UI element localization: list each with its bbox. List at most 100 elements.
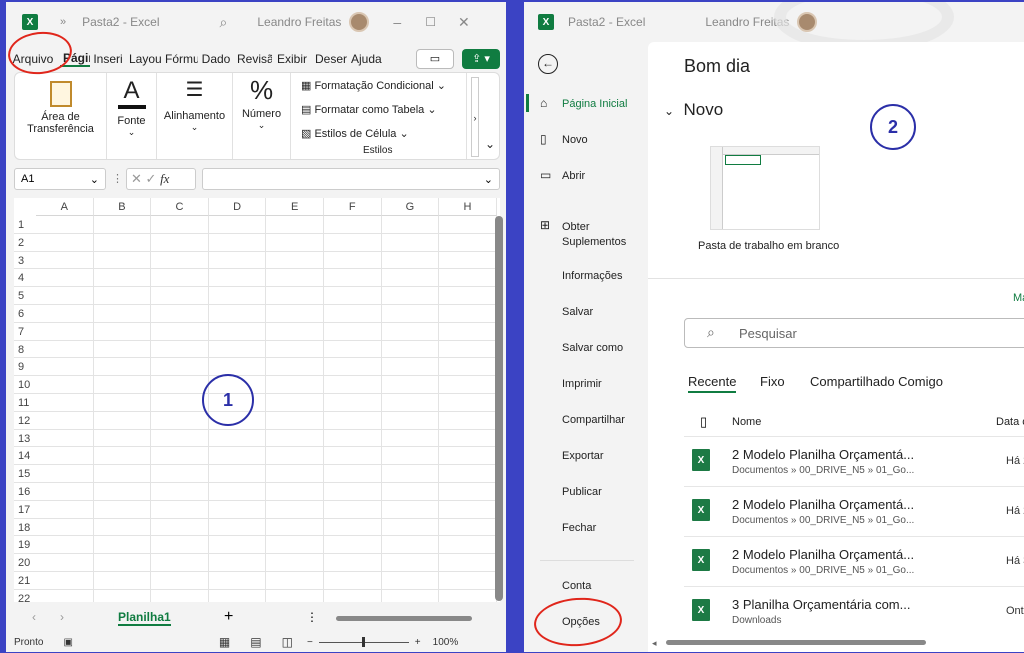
share-button[interactable]: ⇪ ▾ [462, 49, 500, 69]
search-icon[interactable]: ⌕ [220, 14, 228, 31]
row-header[interactable]: 14 [14, 447, 36, 466]
ribbon-collapse-icon[interactable]: ⌄ [485, 137, 495, 151]
horizontal-scrollbar[interactable] [336, 616, 472, 621]
row-header[interactable]: 19 [14, 536, 36, 555]
column-header[interactable]: C [151, 198, 209, 216]
avatar[interactable] [349, 12, 370, 32]
ribbon-scroll-right-icon[interactable]: › [471, 77, 479, 157]
normal-view-icon[interactable]: ▦ [219, 635, 230, 649]
prev-sheet-icon[interactable]: ‹ [32, 610, 36, 624]
tab-exibir[interactable]: Exibir [272, 52, 312, 66]
row-header[interactable]: 16 [14, 483, 36, 501]
row-header[interactable]: 18 [14, 519, 36, 537]
file-row[interactable]: X 2 Modelo Planilha Orçamentá... Documento… [684, 536, 1024, 586]
tab-fórmu[interactable]: Fórmu [162, 52, 198, 66]
horizontal-scrollbar[interactable]: ◂ [652, 638, 1022, 649]
worksheet-grid[interactable]: A B C D E F G H 1 2 3 4 5 6 7 8 9 10 11 12 13 14 15 16 17 18 19 20 2… [14, 198, 500, 602]
sheet-tab[interactable]: Planilha1 [118, 610, 171, 626]
zoom-thumb[interactable] [361, 636, 365, 647]
file-row[interactable]: X 2 Modelo Planilha Orçamentá... Documento… [684, 436, 1024, 486]
new-section-header[interactable]: ⌄ Novo [664, 100, 723, 120]
tab-shared[interactable]: Compartilhado Comigo [810, 374, 943, 389]
row-header[interactable]: 9 [14, 358, 36, 377]
font-group[interactable]: A Fonte ⌄ [107, 73, 157, 159]
scroll-thumb[interactable] [666, 640, 926, 645]
column-date-header[interactable]: Data c [996, 416, 1024, 428]
close-icon[interactable]: ✕ [458, 14, 470, 31]
zoom-in-icon[interactable]: + [415, 637, 421, 648]
tab-ajuda[interactable]: Ajuda [348, 52, 384, 66]
column-header[interactable]: G [381, 198, 440, 216]
zoom-level[interactable]: 100% [433, 637, 459, 648]
cancel-icon[interactable]: ✕ [131, 171, 142, 186]
row-header[interactable]: 10 [14, 376, 36, 394]
nav-item[interactable]: Salvar como [562, 342, 623, 354]
row-header[interactable]: 7 [14, 323, 36, 341]
row-header[interactable]: 21 [14, 572, 36, 590]
comments-icon[interactable]: ▭ [416, 49, 454, 69]
row-header[interactable]: 12 [14, 412, 36, 430]
name-box[interactable]: A1 ⌄ [14, 168, 106, 190]
page-layout-icon[interactable]: ▤ [250, 635, 261, 649]
check-icon[interactable]: ✓ [146, 171, 157, 186]
insert-function-icon[interactable]: fx [160, 171, 169, 186]
format-table-button[interactable]: ▤ Formatar como Tabela ⌄ [301, 103, 437, 116]
scroll-left-icon[interactable]: ◂ [652, 638, 657, 649]
vertical-scrollbar[interactable] [495, 216, 503, 601]
row-header[interactable]: 5 [14, 287, 36, 305]
column-header[interactable]: H [439, 198, 497, 216]
nav-item[interactable]: Página Inicial [562, 98, 627, 110]
row-header[interactable]: 20 [14, 554, 36, 572]
nav-item[interactable]: Obter Suplementos [562, 220, 632, 250]
tab-deser[interactable]: Deser [312, 52, 348, 66]
file-row[interactable]: X 2 Modelo Planilha Orçamentá... Documento… [684, 486, 1024, 536]
cell-styles-button[interactable]: ▧ Estilos de Célula ⌄ [301, 127, 409, 140]
nav-item[interactable]: Novo [562, 134, 588, 146]
tab-layou[interactable]: Layou [126, 52, 162, 66]
more-templates-link[interactable]: Ma [1013, 292, 1024, 304]
tab-dado[interactable]: Dado [198, 52, 234, 66]
column-header[interactable]: F [324, 198, 382, 216]
formula-input[interactable]: ⌄ [202, 168, 500, 190]
zoom-out-icon[interactable]: − [307, 637, 313, 648]
more-icon[interactable]: ⋮ [306, 610, 318, 624]
row-header[interactable]: 1 [14, 216, 36, 234]
search-input[interactable]: ⌕ Pesquisar [684, 318, 1024, 348]
page-break-icon[interactable]: ◫ [282, 635, 293, 649]
nav-item[interactable]: Publicar [562, 486, 602, 498]
number-group[interactable]: % Número ⌄ [233, 73, 291, 159]
nav-item[interactable]: Exportar [562, 450, 604, 462]
nav-item[interactable]: Conta [562, 580, 591, 592]
tab-pinned[interactable]: Fixo [760, 374, 785, 389]
alignment-group[interactable]: ☰ Alinhamento ⌄ [157, 73, 233, 159]
nav-item[interactable]: Salvar [562, 306, 593, 318]
next-sheet-icon[interactable]: › [60, 610, 64, 624]
blank-workbook-thumbnail[interactable] [710, 146, 820, 230]
row-header[interactable]: 2 [14, 234, 36, 252]
nav-item[interactable]: Compartilhar [562, 414, 625, 426]
column-header[interactable]: D [208, 198, 267, 216]
conditional-format-button[interactable]: ▦ Formatação Condicional ⌄ [301, 79, 446, 92]
column-header[interactable]: E [266, 198, 324, 216]
row-header[interactable]: 6 [14, 305, 36, 323]
nav-item[interactable]: Fechar [562, 522, 596, 534]
row-header[interactable]: 15 [14, 465, 36, 483]
zoom-slider[interactable] [318, 636, 409, 647]
tab-inseri[interactable]: Inseri [90, 52, 126, 66]
add-sheet-button[interactable]: + [224, 608, 233, 626]
accessibility-icon[interactable]: ▣ [63, 637, 72, 648]
clipboard-group[interactable]: Área de Transferência [15, 73, 107, 159]
row-header[interactable]: 22 [14, 590, 36, 602]
row-header[interactable]: 4 [14, 269, 36, 288]
row-header[interactable]: 11 [14, 394, 36, 412]
back-arrow-icon[interactable]: ← [538, 54, 558, 74]
nav-item[interactable]: Abrir [562, 170, 585, 182]
tab-revisã[interactable]: Revisã [234, 52, 272, 66]
tab-recent[interactable]: Recente [688, 374, 737, 393]
chevron-icon[interactable]: » [60, 16, 66, 28]
nav-item[interactable]: Informações [562, 270, 623, 282]
column-name-header[interactable]: Nome [732, 416, 761, 428]
nav-item[interactable]: Imprimir [562, 378, 602, 390]
row-header[interactable]: 8 [14, 341, 36, 359]
row-header[interactable]: 13 [14, 430, 36, 448]
